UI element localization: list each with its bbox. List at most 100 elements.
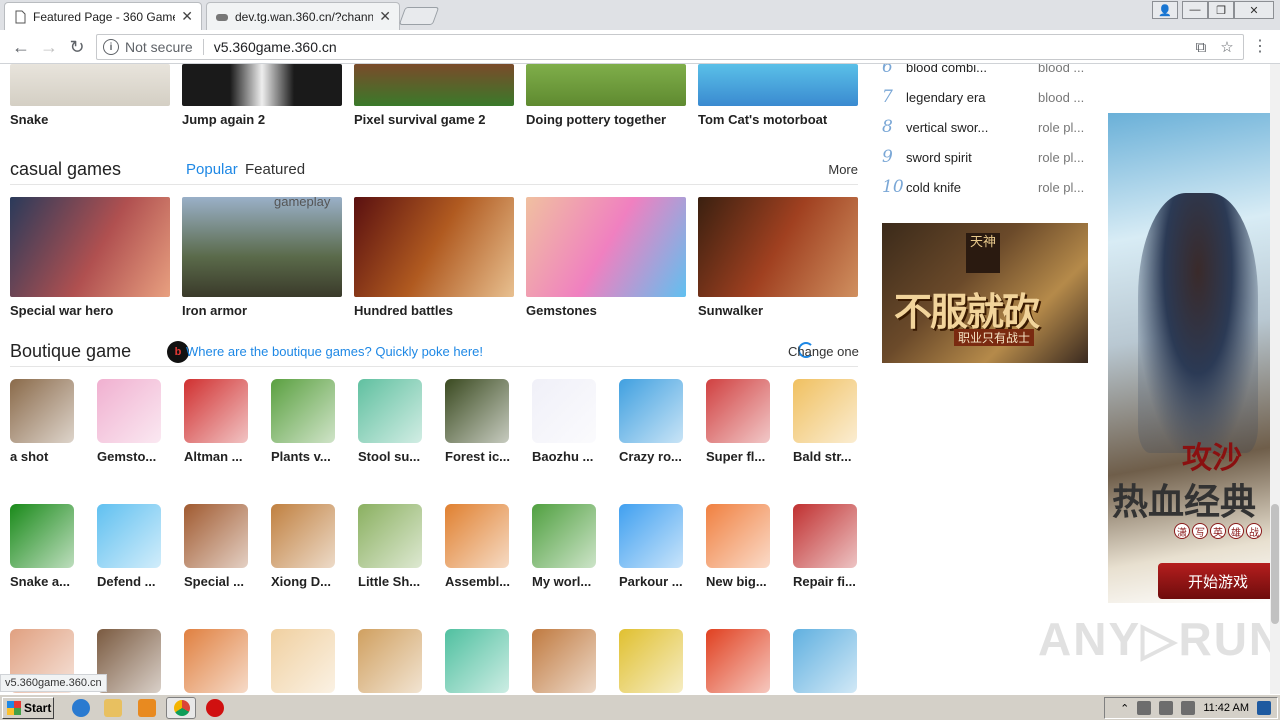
- game-tile[interactable]: Repair fi...: [793, 504, 857, 589]
- game-tile[interactable]: Dora sa...: [358, 629, 422, 694]
- game-card[interactable]: Special war hero: [10, 197, 170, 318]
- game-thumbnail[interactable]: gameplay: [182, 197, 342, 297]
- game-icon[interactable]: [532, 379, 596, 443]
- close-icon[interactable]: ✕: [181, 8, 193, 25]
- game-tile[interactable]: Super fl...: [706, 379, 770, 464]
- game-icon[interactable]: [445, 504, 509, 568]
- game-title[interactable]: Jump again 2: [182, 112, 342, 127]
- change-one-link[interactable]: Change one: [788, 344, 859, 359]
- tab-popular[interactable]: Popular: [186, 161, 238, 178]
- show-desktop-icon[interactable]: [1257, 701, 1271, 715]
- rank-name[interactable]: blood combi...: [906, 64, 1038, 75]
- game-title[interactable]: Baozhu ...: [532, 449, 612, 464]
- game-title[interactable]: Hundred battles: [354, 303, 514, 318]
- game-tile[interactable]: Tom cat...: [184, 629, 248, 694]
- game-thumbnail[interactable]: [698, 64, 858, 106]
- volume-icon[interactable]: [1181, 701, 1196, 715]
- game-card[interactable]: Doing pottery together: [526, 64, 686, 127]
- game-icon[interactable]: [619, 629, 683, 693]
- game-icon[interactable]: [97, 379, 161, 443]
- ranking-row[interactable]: 10 cold knife role pl...: [882, 172, 1092, 202]
- forward-icon[interactable]: →: [38, 36, 60, 58]
- game-icon[interactable]: [793, 629, 857, 693]
- game-title[interactable]: a shot: [10, 449, 90, 464]
- start-game-button[interactable]: 开始游戏: [1158, 563, 1270, 599]
- game-title[interactable]: Defend ...: [97, 574, 177, 589]
- rank-name[interactable]: cold knife: [906, 180, 1038, 195]
- game-thumbnail[interactable]: [354, 197, 514, 297]
- game-icon[interactable]: [271, 629, 335, 693]
- restore-button[interactable]: ❐: [1208, 1, 1234, 19]
- game-tile[interactable]: a shot: [10, 379, 74, 464]
- game-title[interactable]: Gemsto...: [97, 449, 177, 464]
- game-card[interactable]: Hundred battles: [354, 197, 514, 318]
- game-title[interactable]: Super fl...: [706, 449, 786, 464]
- game-title[interactable]: Little Sh...: [358, 574, 438, 589]
- ranking-row[interactable]: 8 vertical swor... role pl...: [882, 112, 1092, 142]
- game-title[interactable]: Snake: [10, 112, 170, 127]
- game-icon[interactable]: [358, 629, 422, 693]
- game-tile[interactable]: Snake a...: [10, 504, 74, 589]
- side-ad[interactable]: 攻沙 热血经典 潇 写 英 雄 战 开始游戏: [1108, 113, 1270, 603]
- ranking-row[interactable]: 7 legendary era blood ...: [882, 82, 1092, 112]
- rank-name[interactable]: legendary era: [906, 90, 1038, 105]
- ranking-row[interactable]: 6 blood combi... blood ...: [882, 64, 1092, 82]
- profile-icon[interactable]: 👤: [1152, 1, 1178, 19]
- game-title[interactable]: Bald str...: [793, 449, 873, 464]
- game-tile[interactable]: Crazy ro...: [619, 379, 683, 464]
- game-title[interactable]: Crazy ro...: [619, 449, 699, 464]
- game-thumbnail[interactable]: [526, 64, 686, 106]
- scrollbar[interactable]: [1270, 64, 1280, 694]
- game-tile[interactable]: New big...: [706, 504, 770, 589]
- game-card[interactable]: Jump again 2: [182, 64, 342, 127]
- game-title[interactable]: Altman ...: [184, 449, 264, 464]
- game-tile[interactable]: Forest ic...: [445, 379, 510, 464]
- more-link[interactable]: More: [828, 162, 858, 177]
- game-icon[interactable]: [445, 379, 509, 443]
- scrollbar-thumb[interactable]: [1271, 504, 1279, 624]
- game-icon[interactable]: [271, 379, 335, 443]
- game-tile[interactable]: Baozhu ...: [532, 379, 596, 464]
- game-thumbnail[interactable]: [10, 197, 170, 297]
- game-icon[interactable]: [358, 504, 422, 568]
- game-tile[interactable]: Parkour ...: [619, 504, 683, 589]
- game-title[interactable]: Forest ic...: [445, 449, 525, 464]
- game-tile[interactable]: Stool su...: [358, 379, 422, 464]
- game-title[interactable]: Assembl...: [445, 574, 525, 589]
- game-icon[interactable]: [532, 629, 596, 693]
- tab-featured[interactable]: Featured: [245, 161, 305, 178]
- info-icon[interactable]: i: [103, 39, 119, 55]
- address-bar[interactable]: i Not secure v5.360game.360.cn ⧉ ☆: [96, 34, 1244, 60]
- chrome-taskbar-button[interactable]: [166, 697, 196, 719]
- game-thumbnail[interactable]: [698, 197, 858, 297]
- game-tile[interactable]: Little Sh...: [358, 504, 422, 589]
- game-tile[interactable]: Xiong D...: [271, 504, 335, 589]
- reload-icon[interactable]: ↻: [66, 36, 88, 58]
- folder-icon[interactable]: [104, 699, 122, 717]
- menu-icon[interactable]: ⋮: [1252, 38, 1268, 56]
- media-player-icon[interactable]: [138, 699, 156, 717]
- game-thumbnail[interactable]: [182, 64, 342, 106]
- game-tile[interactable]: Cut fruit...: [271, 629, 335, 694]
- game-icon[interactable]: [706, 629, 770, 693]
- tab-dev-tg[interactable]: dev.tg.wan.360.cn/?chann ✕: [206, 2, 400, 30]
- game-title[interactable]: Xiong D...: [271, 574, 351, 589]
- game-tile[interactable]: Plants v...: [271, 379, 335, 464]
- back-icon[interactable]: ←: [10, 36, 32, 58]
- game-title[interactable]: Sunwalker: [698, 303, 858, 318]
- game-card[interactable]: Gemstones: [526, 197, 686, 318]
- star-icon[interactable]: ☆: [1217, 37, 1237, 57]
- game-icon[interactable]: [184, 504, 248, 568]
- game-title[interactable]: Pixel survival game 2: [354, 112, 514, 127]
- game-icon[interactable]: [358, 379, 422, 443]
- game-thumbnail[interactable]: [10, 64, 170, 106]
- game-title[interactable]: Repair fi...: [793, 574, 873, 589]
- close-icon[interactable]: ✕: [379, 8, 391, 25]
- start-button[interactable]: Start: [2, 697, 54, 719]
- boutique-link[interactable]: Where are the boutique games? Quickly po…: [186, 344, 483, 359]
- game-icon[interactable]: [706, 504, 770, 568]
- game-icon[interactable]: [619, 504, 683, 568]
- game-icon[interactable]: [184, 629, 248, 693]
- rank-name[interactable]: sword spirit: [906, 150, 1038, 165]
- game-title[interactable]: Special ...: [184, 574, 264, 589]
